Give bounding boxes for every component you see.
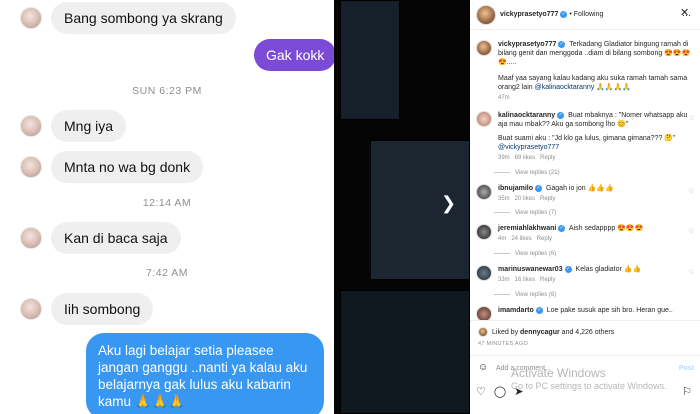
comment-text: Gagah io jon 👍👍👍 — [545, 185, 614, 192]
comment-time: 33m — [498, 277, 510, 283]
message-bubble: Bang sombong ya skrang — [51, 2, 236, 34]
verified-badge-icon: ✓ — [557, 111, 565, 119]
chat-panel: Bang sombong ya skrang Gak kokk SUN 6:23… — [0, 0, 334, 414]
outgoing-message-bubble: Gak kokk — [254, 39, 334, 71]
sender-avatar[interactable] — [20, 298, 42, 320]
caption-comment: vickyprasetyo777 ✓ Terkadang Gladiator bi… — [476, 40, 694, 103]
comment-emoji: 🙏🙏🙏🙏 — [596, 84, 632, 91]
comment-text: Aish sedapppp 😍😍😍 — [568, 225, 644, 232]
sender-avatar[interactable] — [20, 156, 42, 178]
incoming-message: Iih sombong — [20, 293, 154, 325]
commenter-avatar[interactable] — [476, 184, 492, 200]
view-replies-button[interactable]: View replies (6) — [494, 292, 556, 298]
like-heart-icon[interactable]: ♡ — [689, 228, 694, 235]
author-username[interactable]: vickyprasetyo777 — [500, 11, 558, 18]
comment: ibnujamilo ✓ Gagah io jon 👍👍👍 35m 20 likes… — [476, 184, 694, 204]
commenter-username[interactable]: marinuswanewar03 — [498, 266, 563, 273]
verified-badge-icon: ✓ — [558, 40, 566, 48]
watermark-subtitle: Go to PC settings to activate Windows. — [511, 381, 667, 391]
outgoing-message-bubble: Aku lagi belajar setia pleasee jangan ga… — [86, 333, 324, 414]
liked-by-rest[interactable]: and 4,226 others — [562, 329, 615, 336]
post-comment-button[interactable]: Post — [679, 365, 694, 372]
comment: jeremiahlakhwani ✓ Aish sedapppp 😍😍😍 4m 24… — [476, 224, 694, 244]
post-age: 47 MINUTES AGO — [478, 341, 529, 347]
comment-time: 35m — [498, 196, 510, 202]
commenter-username[interactable]: ibnujamilo — [498, 185, 533, 192]
message-bubble: Mnta no wa bg donk — [51, 151, 204, 183]
comment: marinuswanewar03 ✓ Kelas gladiator 👍👍 33m… — [476, 265, 694, 285]
comment-time: 39m — [498, 155, 510, 161]
incoming-message: Bang sombong ya skrang — [20, 2, 236, 34]
mention-link[interactable]: @vickyprasetyo777 — [498, 144, 559, 151]
verified-badge-icon: ✓ — [535, 184, 542, 192]
comment-likes[interactable]: 24 likes — [511, 236, 531, 242]
comment-text: Kelas gladiator 👍👍 — [575, 266, 642, 273]
next-post-chevron-icon[interactable]: ❯ — [441, 193, 456, 214]
view-replies-button[interactable]: View replies (21) — [494, 170, 560, 176]
timestamp: 7:42 AM — [145, 267, 189, 279]
sender-avatar[interactable] — [20, 227, 42, 249]
reply-button[interactable]: Reply — [540, 196, 555, 202]
verified-badge-icon: ✓ — [558, 224, 566, 232]
like-heart-icon[interactable]: ♡ — [476, 385, 486, 398]
comment-likes[interactable]: 69 likes — [515, 155, 535, 161]
verified-badge-icon: ✓ — [564, 265, 572, 273]
sender-avatar[interactable] — [20, 115, 42, 137]
mention-link[interactable]: @kalinaocktaranny — [535, 84, 595, 91]
post-header: vickyprasetyo777 ✓ • Following ⋯ — [470, 0, 700, 30]
follow-status[interactable]: • Following — [569, 11, 603, 18]
reply-button[interactable]: Reply — [537, 236, 552, 242]
reply-button[interactable]: Reply — [540, 155, 555, 161]
verified-badge-icon: ✓ — [560, 11, 568, 18]
comment-time: 4m — [498, 236, 507, 242]
incoming-message: Mng iya — [20, 110, 127, 142]
like-heart-icon[interactable]: ♡ — [689, 115, 694, 122]
background-post-tile — [340, 0, 400, 120]
activate-windows-watermark: Activate Windows Go to PC settings to ac… — [511, 366, 667, 391]
view-replies-button[interactable]: View replies (7) — [494, 210, 556, 216]
commenter-avatar[interactable] — [476, 224, 492, 240]
liked-by-prefix: Liked by — [492, 328, 519, 336]
commenter-username[interactable]: imamdarto — [498, 307, 534, 314]
comment-likes[interactable]: 20 likes — [515, 196, 535, 202]
commenter-avatar[interactable] — [476, 265, 492, 281]
reply-button[interactable]: Reply — [540, 277, 555, 283]
commenter-username[interactable]: vickyprasetyo777 — [498, 41, 556, 48]
background-post-tile — [340, 290, 470, 414]
liker-avatar[interactable] — [478, 327, 488, 337]
timestamp: 12:14 AM — [142, 197, 192, 209]
comment-text: Buat suami aku : "Jd klo ga lulus, giman… — [498, 135, 676, 142]
sender-avatar[interactable] — [20, 7, 42, 29]
screenshot-stage: ❯ Bang sombong ya skrang Gak kokk SUN 6:… — [0, 0, 700, 414]
message-bubble: Iih sombong — [51, 293, 154, 325]
like-heart-icon[interactable]: ♡ — [689, 269, 694, 276]
comment-bubble-icon[interactable]: ◯ — [494, 385, 506, 398]
comment-likes[interactable]: 16 likes — [515, 277, 535, 283]
like-heart-icon[interactable]: ♡ — [689, 188, 694, 195]
comment-text: Loe pake susuk ape sih bro. Heran gue.. — [546, 307, 673, 314]
liked-by-line: Liked by dennycagur and 4,226 others — [478, 327, 614, 337]
commenter-avatar[interactable] — [476, 111, 492, 127]
bookmark-icon[interactable]: ⚐ — [682, 385, 692, 398]
incoming-message: Kan di baca saja — [20, 222, 181, 254]
comment: kalinaocktaranny ✓ Buat mbaknya : "Nomer … — [476, 111, 694, 163]
verified-badge-icon: ✓ — [535, 306, 543, 314]
message-bubble: Kan di baca saja — [51, 222, 181, 254]
watermark-title: Activate Windows — [511, 366, 606, 380]
incoming-message: Mnta no wa bg donk — [20, 151, 204, 183]
commenter-username[interactable]: jeremiahlakhwani — [498, 225, 556, 232]
message-bubble: Mng iya — [51, 110, 127, 142]
emoji-icon[interactable]: ☺ — [478, 362, 488, 373]
author-avatar[interactable] — [476, 4, 496, 25]
commenter-username[interactable]: kalinaocktaranny — [498, 112, 555, 119]
instagram-post-panel: vickyprasetyo777 ✓ • Following ⋯ vickypr… — [470, 0, 700, 414]
liked-by-user[interactable]: dennycagur — [520, 329, 560, 336]
comment-time: 47m — [498, 95, 510, 101]
close-icon[interactable]: ✕ — [680, 6, 689, 19]
timestamp: SUN 6:23 PM — [132, 85, 202, 97]
commenter-avatar[interactable] — [476, 40, 492, 56]
view-replies-button[interactable]: View replies (6) — [494, 251, 556, 257]
